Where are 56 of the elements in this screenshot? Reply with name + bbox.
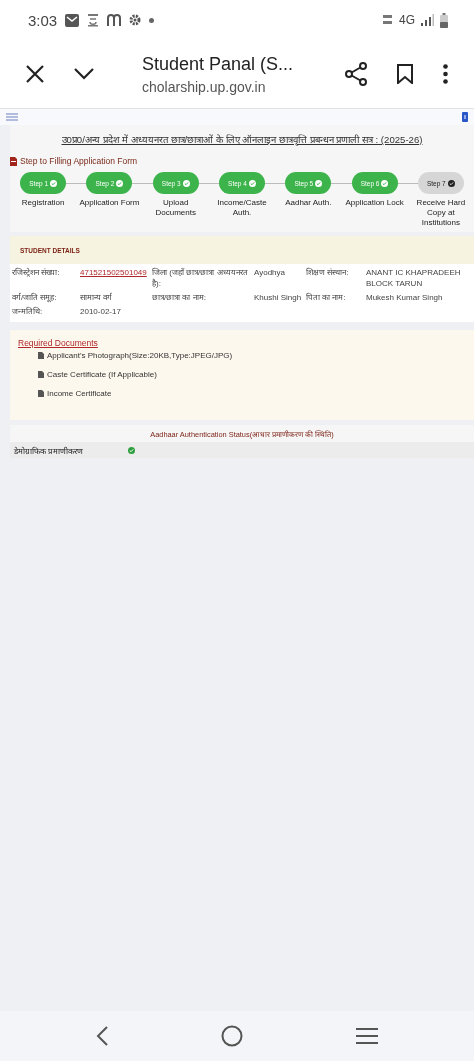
- document-item: Caste Certificate (If Applicable): [47, 369, 157, 379]
- url-text: cholarship.up.gov.in: [142, 78, 267, 95]
- step-caption: Application Lock: [344, 198, 405, 208]
- registration-link[interactable]: 471521502501049: [80, 267, 150, 289]
- more-options-icon[interactable]: [443, 64, 448, 84]
- file-icon: [38, 351, 44, 359]
- mail-icon: [65, 13, 80, 27]
- check-circle-icon: [447, 179, 455, 187]
- back-icon[interactable]: [96, 1026, 109, 1046]
- signal-icon: [421, 14, 434, 26]
- field-label: पिता का नाम:: [306, 292, 347, 303]
- page-heading: उ0प्र0/अन्य प्रदेश में अध्ययनरत छात्र/छात्राओं के लिए ऑनलाइन छात्रवृत्ति प्रबन्धन प्रणाली सत्र : (2025-26): [61, 133, 423, 146]
- battery-icon: [440, 12, 448, 28]
- network-type: 4G: [399, 13, 415, 27]
- step-caption: Application Form: [78, 198, 141, 208]
- field-value: Khushi Singh: [254, 292, 303, 303]
- field-value: सामान्य वर्ग: [80, 292, 114, 303]
- recent-apps-icon[interactable]: [355, 1028, 378, 1044]
- file-icon: [38, 389, 44, 397]
- check-circle-icon: [50, 179, 58, 187]
- dot-icon: [149, 17, 155, 23]
- document-item: Applicant's Photograph(Size:20KB,Type:JPEG/JPG): [47, 350, 233, 360]
- share-icon[interactable]: [345, 62, 367, 86]
- step-caption: Registration: [20, 198, 66, 208]
- home-icon[interactable]: [221, 1025, 243, 1047]
- page-title: Student Panal (S...: [142, 53, 295, 75]
- field-label: वर्ग/जाति समूह:: [12, 292, 58, 303]
- check-circle-icon: [116, 179, 124, 187]
- field-label: शिक्षण संस्थान:: [306, 267, 350, 279]
- app-icon: [107, 14, 122, 26]
- toggle-icon[interactable]: [462, 112, 468, 122]
- field-label: छात्र/छात्रा का नाम:: [152, 292, 207, 303]
- field-label: रजिस्ट्रेशन संख्या:: [12, 267, 61, 279]
- close-icon[interactable]: [26, 65, 44, 83]
- section-link[interactable]: Required Documents: [18, 338, 98, 348]
- bookmark-icon[interactable]: [397, 64, 413, 84]
- field-value: Ayodhya: [254, 267, 286, 279]
- file-icon: [38, 370, 44, 378]
- step-caption: Aadhar Auth.: [284, 198, 333, 208]
- document-item: Income Certificate: [47, 388, 112, 398]
- check-circle-icon: [182, 179, 190, 187]
- step-caption: Upload Documents: [154, 198, 197, 218]
- check-circle-icon: [248, 179, 256, 187]
- clock-time: 3:03: [28, 11, 58, 29]
- field-value: Mukesh Kumar Singh: [366, 292, 444, 303]
- check-circle-icon: [381, 179, 389, 187]
- chevron-down-icon[interactable]: [74, 68, 94, 80]
- status-label: डेमोग्राफिक प्रमाणीकरण: [14, 445, 85, 456]
- step-caption: Income/Caste Auth.: [216, 198, 268, 218]
- field-label: जन्मतिथि:: [12, 306, 44, 317]
- field-label: जिला (जहाँ छात्र/छात्रा अध्ययनरत है):: [152, 267, 249, 289]
- step-caption: Receive Hard Copy at Institutions: [415, 198, 467, 228]
- field-value: 2010-02-17: [80, 306, 122, 317]
- steps-title: Step to Filling Application Form: [20, 156, 138, 166]
- check-circle-icon: [315, 179, 323, 187]
- field-value: ANANT IC KHAPRADEEH BLOCK TARUN: [366, 267, 462, 289]
